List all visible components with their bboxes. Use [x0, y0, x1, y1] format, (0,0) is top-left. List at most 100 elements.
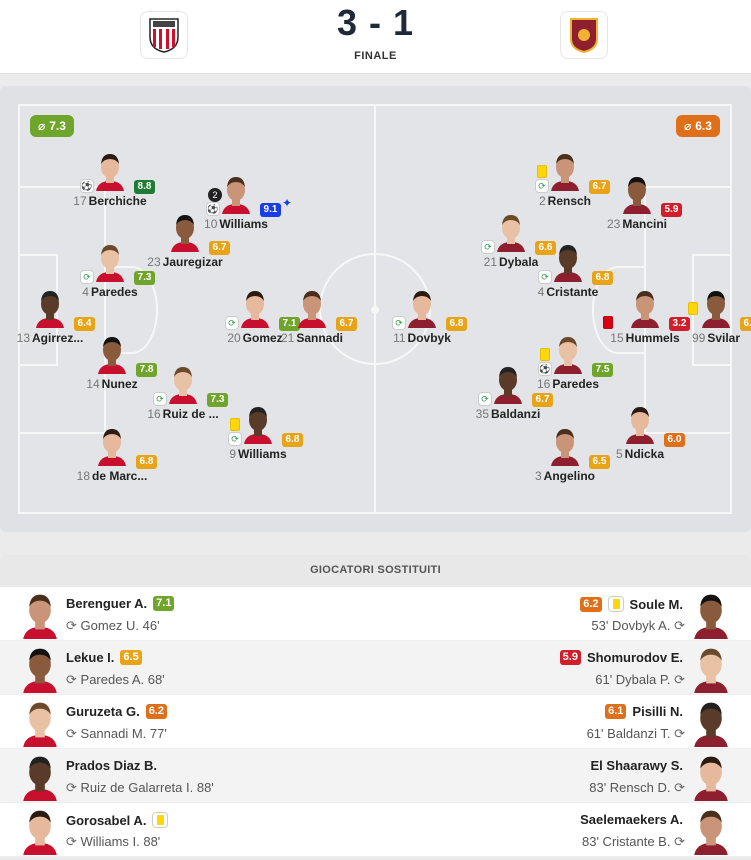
- sub-out-info: ⟳ Paredes A. 68': [66, 672, 165, 687]
- player-a7[interactable]: 6.2 99Svilar: [666, 288, 751, 358]
- sub-in-name[interactable]: Gorosabel A.: [66, 812, 169, 828]
- player-photo: [94, 151, 126, 191]
- player-a5[interactable]: ⟳ 6.8 11 Dovbyk: [372, 288, 472, 358]
- sub-in-name[interactable]: Guruzeta G. 6.2: [66, 704, 167, 719]
- shirt-number: 5: [615, 447, 623, 461]
- sub-player-photo: [689, 591, 733, 639]
- sub-in-name[interactable]: Berenguer A. 7.1: [66, 596, 175, 611]
- player-h10[interactable]: ⟳ 6.8 9 Williams: [208, 404, 308, 474]
- player-a2[interactable]: 5.9 23 Mancini: [587, 174, 687, 244]
- player-rating: 9.1: [260, 203, 281, 217]
- sub-player-photo: [18, 699, 62, 747]
- player-rating: 6.0: [664, 433, 685, 447]
- player-a9[interactable]: ⟳ 6.7 35 Baldanzi: [458, 364, 558, 434]
- sub-player-photo: [689, 699, 733, 747]
- shirt-number: 35: [475, 407, 489, 421]
- player-photo: [700, 288, 732, 328]
- player-rating: 5.9: [661, 203, 682, 217]
- shirt-number: 4: [537, 285, 545, 299]
- sub-out-info: 83' Cristante B. ⟳: [582, 834, 685, 849]
- player-photo: [621, 174, 653, 214]
- player-photo: [406, 288, 438, 328]
- player-rating: 6.8: [282, 433, 303, 447]
- substitution-row[interactable]: Berenguer A. 7.1 ⟳ Gomez U. 46' 6.2 Soule …: [0, 587, 751, 641]
- sub-out-info: ⟳ Sannadi M. 77': [66, 726, 167, 741]
- sub-rating: 6.2: [145, 704, 167, 719]
- sub-in-name[interactable]: El Shaarawy S.: [591, 758, 684, 773]
- swap-icon: ⟳: [66, 672, 77, 687]
- player-photo: [552, 242, 584, 282]
- swap-icon: ⟳: [66, 726, 77, 741]
- shirt-number: 2: [538, 194, 546, 208]
- sub-out-info: 83' Rensch D. ⟳: [589, 780, 685, 795]
- sub-player-photo: [18, 753, 62, 801]
- average-symbol: ⌀: [38, 119, 46, 133]
- shirt-number: 9: [229, 447, 237, 461]
- match-header: 3 - 1 FINALE: [0, 0, 751, 74]
- substitution-icon: ⟳: [80, 270, 94, 284]
- sub-in-name[interactable]: Prados Diaz B.: [66, 758, 157, 773]
- shirt-number: 21: [280, 331, 295, 345]
- sub-out-info: ⟳ Williams I. 88': [66, 834, 161, 849]
- substitution-icon: ⟳: [538, 270, 552, 284]
- shirt-number: 13: [16, 331, 30, 345]
- player-name: 3 Angelino: [534, 469, 595, 483]
- swap-icon: ⟳: [66, 834, 77, 849]
- sub-player-photo: [689, 807, 733, 855]
- player-photo: [94, 242, 126, 282]
- substitution-row[interactable]: Gorosabel A. ⟳ Williams I. 88' Saelemaek…: [0, 803, 751, 857]
- sub-rating: 6.5: [120, 650, 142, 665]
- sub-rating: 6.1: [605, 704, 627, 719]
- player-photo: [96, 334, 128, 374]
- player-name: 23 Mancini: [606, 217, 668, 231]
- sub-in-name[interactable]: Saelemaekers A.: [580, 812, 683, 827]
- swap-icon: ⟳: [66, 618, 77, 633]
- roma-crest-icon[interactable]: [560, 11, 608, 59]
- player-name: 9 Williams: [229, 447, 287, 461]
- lineup-pitch: ⌀ 7.3 ⌀ 6.3 ⚽ 8.8 17 Berchiche ⚽ 2 9.1 ✦ 1…: [0, 86, 751, 532]
- sub-out-info: 53' Dovbyk A. ⟳: [591, 618, 685, 633]
- player-rating: 6.5: [589, 455, 610, 469]
- shirt-number: 3: [534, 469, 542, 483]
- substitution-row[interactable]: Prados Diaz B. ⟳ Ruiz de Galarreta I. 88…: [0, 749, 751, 803]
- player-name: 99 Svilar: [691, 331, 741, 345]
- sub-rating: 7.1: [153, 596, 175, 611]
- substitution-icon: ⟳: [153, 392, 167, 406]
- sub-in-name[interactable]: 6.1 Pisilli N.: [605, 704, 683, 719]
- yellow-card-icon: [607, 596, 624, 612]
- player-rating: 6.8: [592, 271, 613, 285]
- player-photo: [220, 174, 252, 214]
- player-h7[interactable]: 6.7 21 Sannadi: [262, 288, 362, 358]
- sub-out-info: ⟳ Gomez U. 46': [66, 618, 160, 633]
- yellow-card-icon: [688, 302, 698, 315]
- yellow-card-icon: [537, 165, 547, 178]
- sub-in-name[interactable]: 5.9 Shomurodov E.: [559, 650, 683, 665]
- swap-icon: ⟳: [674, 780, 685, 795]
- substitution-icon: ⟳: [392, 316, 406, 330]
- player-rating: 6.2: [740, 317, 751, 331]
- player-a11[interactable]: 6.5 3 Angelino: [515, 426, 615, 496]
- swap-icon: ⟳: [66, 780, 77, 795]
- substitution-row[interactable]: Lekue I. 6.5 ⟳ Paredes A. 68' 5.9 Shomurod…: [0, 641, 751, 695]
- substitution-row[interactable]: Guruzeta G. 6.2 ⟳ Sannadi M. 77' 6.1 Pisil…: [0, 695, 751, 749]
- average-symbol: ⌀: [684, 119, 692, 133]
- player-photo: [169, 212, 201, 252]
- player-name: 35 Baldanzi: [475, 407, 541, 421]
- sub-in-name[interactable]: Lekue I. 6.5: [66, 650, 142, 665]
- away-average-rating: ⌀ 6.3: [676, 115, 720, 137]
- player-rating: 8.8: [134, 180, 155, 194]
- substitution-icon: ⟳: [228, 432, 242, 446]
- substitutes-list: Berenguer A. 7.1 ⟳ Gomez U. 46' 6.2 Soule …: [0, 587, 751, 857]
- sub-player-photo: [689, 645, 733, 693]
- player-h11[interactable]: 6.8 18 de Marc...: [62, 426, 162, 496]
- swap-icon: ⟳: [674, 672, 685, 687]
- player-h1[interactable]: ⚽ 8.8 17 Berchiche: [60, 151, 160, 221]
- swap-icon: ⟳: [674, 726, 685, 741]
- player-photo: [296, 288, 328, 328]
- shirt-number: 20: [227, 331, 241, 345]
- sub-rating: 6.2: [580, 596, 602, 612]
- red-card-icon: [603, 316, 613, 329]
- sub-in-name[interactable]: 6.2 Soule M.: [580, 596, 683, 612]
- sub-out-info: 61' Baldanzi T. ⟳: [586, 726, 685, 741]
- sub-player-photo: [18, 591, 62, 639]
